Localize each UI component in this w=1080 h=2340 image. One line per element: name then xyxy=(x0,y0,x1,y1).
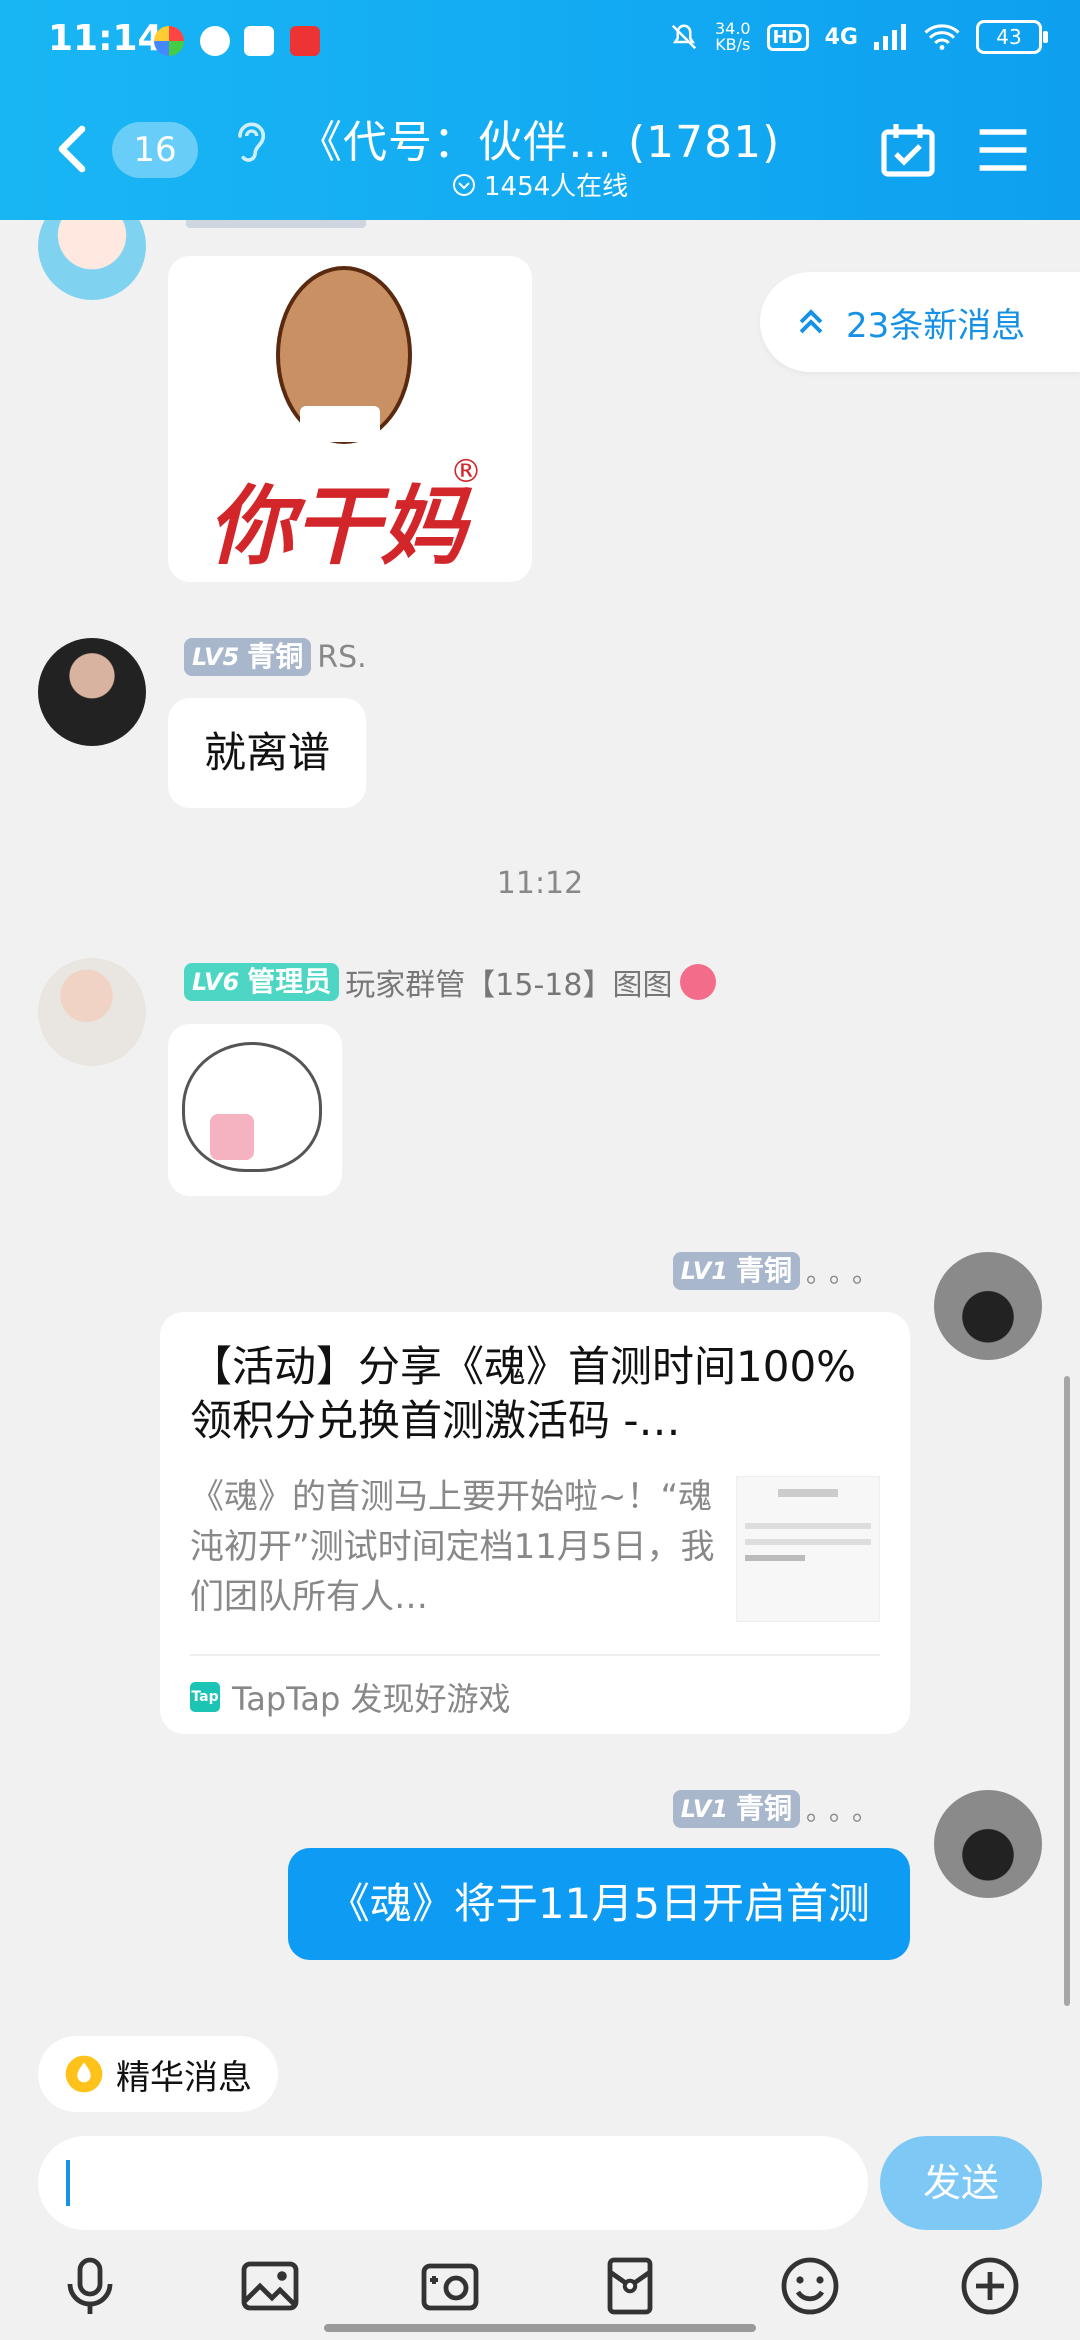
mute-bell-icon xyxy=(671,24,697,50)
back-icon[interactable] xyxy=(52,124,92,174)
sender-info: LV1 青铜 。。。 xyxy=(672,1252,888,1290)
send-button[interactable]: 发送 xyxy=(880,2136,1042,2230)
text-message[interactable]: 就离谱 xyxy=(168,698,367,808)
card-title: 【活动】分享《魂》首测时间100%领积分兑换首测激活码 -… xyxy=(190,1342,857,1445)
time-separator: 11:12 xyxy=(496,866,584,901)
new-messages-button[interactable]: 23条新消息 xyxy=(760,272,1080,372)
flower-icon xyxy=(680,964,717,1000)
avatar[interactable] xyxy=(38,958,146,1066)
hd-badge: HD xyxy=(766,23,809,51)
ear-icon[interactable] xyxy=(230,116,270,166)
plus-icon[interactable] xyxy=(958,2254,1022,2318)
sticker-text: 你干妈 xyxy=(208,476,466,577)
avatar[interactable] xyxy=(38,638,146,746)
text-caret xyxy=(66,2160,70,2206)
microphone-icon[interactable] xyxy=(58,2254,122,2318)
card-source-label: TapTap 发现好游戏 xyxy=(232,1680,511,1718)
chevron-circle-icon xyxy=(453,173,475,196)
level-badge: LV6 管理员 xyxy=(184,963,340,1001)
sender-info: LV1 青铜 。。。 xyxy=(672,1790,888,1828)
battery-indicator: 43 xyxy=(976,20,1048,54)
status-time: 11:14 xyxy=(48,18,163,59)
signal-icon xyxy=(874,24,906,50)
level-badge: LV1 青铜 xyxy=(672,1252,800,1290)
calendar-check-icon[interactable] xyxy=(878,120,938,180)
network-type: 4G xyxy=(824,24,858,50)
header-bar: 11:14 34.0 KB/s HD 4G 43 16 《代号：伙伴… (1781… xyxy=(0,0,1080,220)
sender-nickname: 玩家群管【15-18】图图 xyxy=(345,968,673,1003)
sender-nickname: 。。。 xyxy=(805,1258,888,1289)
image-icon[interactable] xyxy=(238,2254,302,2318)
card-thumbnail xyxy=(736,1476,880,1622)
taptap-icon: Tap xyxy=(190,1682,220,1712)
flame-icon xyxy=(65,2055,103,2093)
play-store-icon xyxy=(244,26,274,56)
sticker-message[interactable]: 你干妈 ® xyxy=(168,256,532,582)
avatar[interactable] xyxy=(934,1252,1042,1360)
card-source: Tap TapTap 发现好游戏 xyxy=(190,1674,511,1720)
red-packet-icon[interactable] xyxy=(598,2254,662,2318)
group-title[interactable]: 《代号：伙伴… (1781) xyxy=(298,106,780,170)
essence-label: 精华消息 xyxy=(116,2057,252,2098)
chevron-up-double-icon xyxy=(799,309,823,334)
home-indicator[interactable] xyxy=(324,2324,756,2332)
message-input[interactable] xyxy=(38,2136,868,2230)
camera-icon[interactable] xyxy=(418,2254,482,2318)
sender-nickname: RS. xyxy=(317,639,367,675)
wifi-icon xyxy=(924,24,960,50)
sender-info: LV6 管理员 玩家群管【15-18】图图 xyxy=(184,960,717,1004)
online-count[interactable]: 1454人在线 xyxy=(452,166,628,203)
new-messages-label: 23条新消息 xyxy=(846,305,1026,346)
sender-info: LV5 青铜 RS. xyxy=(184,638,367,676)
online-count-label: 1454人在线 xyxy=(484,172,629,202)
emoji-icon[interactable] xyxy=(778,2254,842,2318)
status-icons: 34.0 KB/s HD 4G 43 xyxy=(669,19,1048,54)
app-notification-icon xyxy=(290,26,320,56)
sender-nickname: 。。。 xyxy=(805,1796,888,1827)
app-notification-icon xyxy=(200,26,230,56)
menu-icon[interactable] xyxy=(976,126,1030,174)
text-message-self[interactable]: 《魂》将于11月5日开启首测 xyxy=(287,1848,910,1960)
unread-count-badge[interactable]: 16 xyxy=(112,122,198,178)
app-notification-icon xyxy=(154,26,184,56)
shared-link-card[interactable]: 【活动】分享《魂》首测时间100%领积分兑换首测激活码 -… 《魂》的首测马上要… xyxy=(160,1312,910,1734)
sticker-message[interactable] xyxy=(168,1024,342,1196)
level-badge: LV1 青铜 xyxy=(672,1790,800,1828)
avatar[interactable] xyxy=(934,1790,1042,1898)
level-badge: LV5 青铜 xyxy=(184,638,312,676)
scrollbar[interactable] xyxy=(1064,1376,1070,2006)
card-description: 《魂》的首测马上要开始啦~！“魂沌初开”测试时间定档11月5日，我们团队所有人… xyxy=(190,1477,715,1617)
essence-messages-button[interactable]: 精华消息 xyxy=(38,2036,278,2112)
network-speed: 34.0 KB/s xyxy=(714,19,751,54)
